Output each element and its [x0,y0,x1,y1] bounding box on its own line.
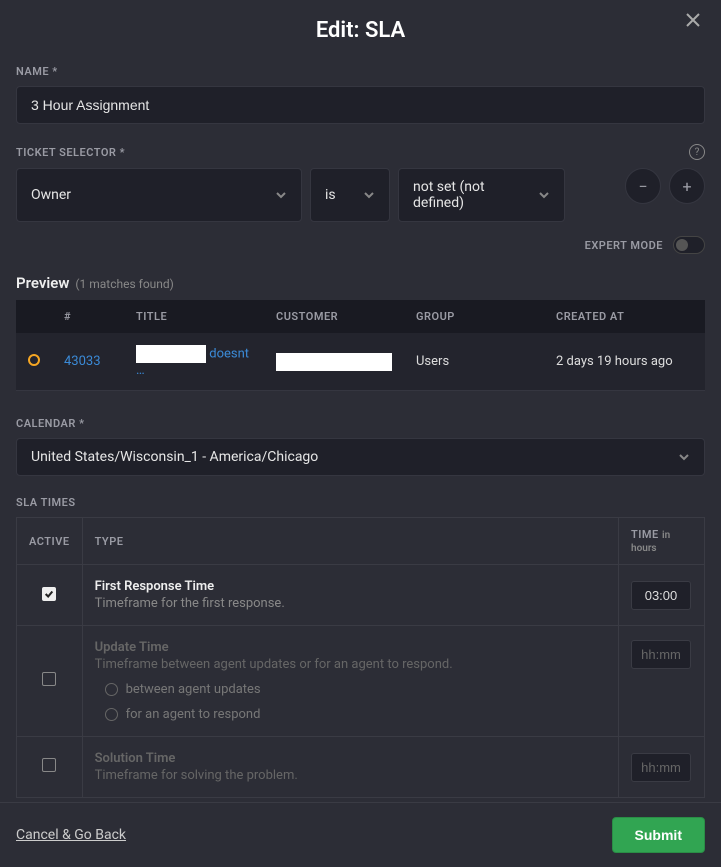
first-response-desc: Timeframe for the first response. [95,596,606,611]
sla-time-header: TIME in hours [619,518,705,565]
sla-type-header: TYPE [82,518,618,565]
ticket-created: 2 days 19 hours ago [544,333,705,391]
chevron-down-icon [678,451,690,463]
expert-mode-label: EXPERT MODE [585,239,663,252]
submit-button[interactable]: Submit [612,817,705,853]
name-label: NAME * [16,65,705,78]
table-row[interactable]: 43033 doesnt … Users 2 days 19 hours ago [16,333,705,391]
calendar-label: CALENDAR * [16,417,705,430]
expert-mode-toggle[interactable] [673,236,705,254]
preview-title: Preview [16,274,69,292]
update-option-between[interactable]: between agent updates [95,682,606,697]
sla-times-table: ACTIVE TYPE TIME in hours First Response… [16,517,705,798]
col-group: GROUP [404,300,544,333]
remove-condition-button[interactable]: − [625,168,661,204]
solution-time-input[interactable] [631,753,691,782]
first-response-active-checkbox[interactable] [42,587,56,601]
selector-operator[interactable]: is [310,168,390,222]
cancel-link[interactable]: Cancel & Go Back [16,827,126,843]
solution-time-title: Solution Time [95,751,606,766]
name-input[interactable] [16,86,705,124]
add-condition-button[interactable]: + [669,168,705,204]
update-option-for-agent[interactable]: for an agent to respond [95,707,606,722]
modal-title: Edit: SLA [316,18,405,43]
sla-row-first-response: First Response Time Timeframe for the fi… [17,565,705,626]
selector-operator-value: is [325,187,336,203]
help-icon[interactable]: ? [689,144,705,160]
first-response-time-input[interactable] [631,581,691,610]
ticket-id-link[interactable]: 43033 [64,354,101,369]
update-time-input[interactable] [631,640,691,669]
sla-active-header: ACTIVE [17,518,83,565]
priority-icon [28,354,40,366]
chevron-down-icon [275,189,287,201]
selector-attribute-value: Owner [31,187,71,203]
radio-icon [105,708,118,721]
solution-time-active-checkbox[interactable] [42,758,56,772]
sla-row-solution-time: Solution Time Timeframe for solving the … [17,737,705,798]
selector-value[interactable]: not set (not defined) [398,168,565,222]
calendar-select[interactable]: United States/Wisconsin_1 - America/Chic… [16,438,705,476]
col-created: CREATED AT [544,300,705,333]
first-response-title: First Response Time [95,579,606,594]
update-time-desc: Timeframe between agent updates or for a… [95,657,606,672]
chevron-down-icon [363,189,375,201]
selector-value-text: not set (not defined) [413,179,538,211]
ticket-selector-label: TICKET SELECTOR * [16,146,125,159]
col-hash: # [52,300,124,333]
close-icon[interactable] [681,12,705,36]
update-time-title: Update Time [95,640,606,655]
ticket-group: Users [404,333,544,391]
solution-time-desc: Timeframe for solving the problem. [95,768,606,783]
calendar-value: United States/Wisconsin_1 - America/Chic… [31,449,318,465]
preview-table: # TITLE CUSTOMER GROUP CREATED AT 43033 … [16,300,705,391]
preview-count: (1 matches found) [75,277,173,291]
redacted [276,353,392,371]
sla-row-update-time: Update Time Timeframe between agent upda… [17,626,705,737]
selector-attribute[interactable]: Owner [16,168,302,222]
col-customer: CUSTOMER [264,300,404,333]
sla-times-label: SLA TIMES [16,496,705,509]
col-title: TITLE [124,300,264,333]
chevron-down-icon [538,189,550,201]
redacted [136,345,206,363]
update-time-active-checkbox[interactable] [42,672,56,686]
radio-icon [105,683,118,696]
